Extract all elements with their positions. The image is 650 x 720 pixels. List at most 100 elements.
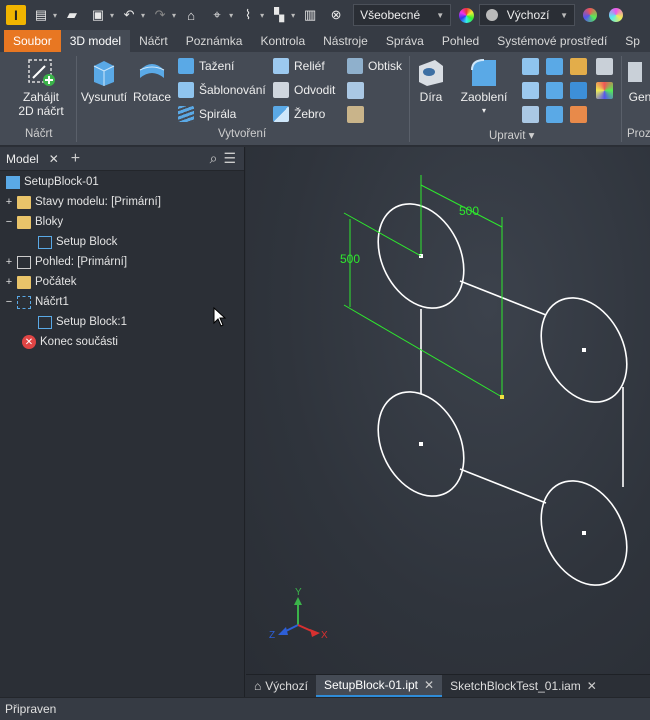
undo-icon[interactable]: ↶ — [118, 5, 140, 25]
graphics-window[interactable]: 500 500 Y Z X — [246, 147, 650, 674]
properties-icon[interactable]: ▥ — [299, 5, 321, 25]
adjust-appearance-icon[interactable] — [579, 5, 601, 25]
color-wheel-icon[interactable] — [455, 5, 477, 25]
home-icon[interactable]: ⌂ — [180, 5, 202, 25]
tab-annotate[interactable]: Poznámka — [177, 30, 252, 52]
doc-tab-sketchblocktest[interactable]: SketchBlockTest_01.iam ✕ — [442, 675, 605, 697]
generate-button-truncated[interactable]: Gen — [625, 56, 650, 104]
fillet-dropdown-icon[interactable]: ▾ — [482, 104, 486, 118]
tree-item-origin[interactable]: + Počátek — [4, 273, 77, 291]
appearance-select[interactable]: Výchozí ▼ — [479, 4, 576, 26]
move-face-icon[interactable] — [546, 106, 563, 123]
direct-edit-icon[interactable] — [596, 82, 613, 99]
expand-icon[interactable]: + — [4, 276, 14, 288]
thicken-icon[interactable] — [570, 82, 587, 99]
loft-button[interactable]: Šablonování — [178, 82, 266, 98]
import-icon[interactable] — [347, 82, 364, 99]
doc-tab-home[interactable]: ⌂ Výchozí — [246, 675, 316, 697]
material-icon[interactable]: ⊗ — [325, 5, 347, 25]
tree-item-view[interactable]: + Pohled: [Primární] — [4, 253, 127, 271]
dimension-vertical[interactable] — [343, 212, 503, 398]
open-folder-icon[interactable]: ▰ — [61, 5, 83, 25]
redo-dropdown-icon[interactable]: ▾ — [172, 11, 176, 20]
clear-appearance-icon[interactable] — [605, 5, 627, 25]
tab-tools[interactable]: Nástroje — [314, 30, 377, 52]
draft-icon[interactable] — [596, 58, 613, 75]
sweep-button[interactable]: Tažení — [178, 58, 234, 74]
center-point[interactable] — [582, 348, 586, 352]
update-icon[interactable]: ▚ — [268, 5, 290, 25]
split-face-icon[interactable] — [522, 106, 539, 123]
shell-icon[interactable] — [546, 58, 563, 75]
split-icon[interactable] — [570, 58, 587, 75]
close-icon[interactable]: ✕ — [587, 679, 597, 693]
derive-button[interactable]: Odvodit — [273, 82, 335, 98]
combine-icon[interactable] — [546, 82, 563, 99]
search-icon[interactable]: ⌕ — [210, 150, 218, 167]
select-icon[interactable]: ⌖ — [206, 5, 228, 25]
hole-button[interactable]: Díra — [412, 56, 450, 104]
emboss-label: Reliéf — [294, 59, 325, 73]
z-axis-arrow-icon — [278, 627, 288, 635]
revolve-button[interactable]: Rotace — [130, 56, 174, 104]
sketch-canvas[interactable]: 500 500 Y Z X — [246, 147, 650, 674]
new-dropdown-icon[interactable]: ▾ — [53, 11, 57, 20]
tree-item-end-of-part[interactable]: ✕ Konec součásti — [22, 333, 118, 351]
tree-item-setup-block[interactable]: Setup Block — [38, 233, 117, 251]
tab-manage[interactable]: Správa — [377, 30, 433, 52]
measure-icon[interactable]: ⌇ — [237, 5, 259, 25]
fillet-button[interactable]: Zaoblení ▾ — [456, 56, 512, 118]
dimension-horizontal-value[interactable]: 500 — [459, 204, 479, 218]
hole-label: Díra — [419, 90, 443, 104]
close-icon[interactable]: ✕ — [49, 152, 59, 166]
undo-dropdown-icon[interactable]: ▾ — [141, 11, 145, 20]
center-point[interactable] — [582, 531, 586, 535]
save-icon[interactable]: ▣ — [87, 5, 109, 25]
new-file-icon[interactable]: ▤ — [30, 5, 52, 25]
tab-environments[interactable]: Systémové prostředí — [488, 30, 616, 52]
delete-face-icon[interactable] — [570, 106, 587, 123]
expand-icon[interactable]: + — [4, 196, 14, 208]
add-tab-icon[interactable]: + — [71, 150, 80, 168]
doc-tab-setupblock[interactable]: SetupBlock-01.ipt ✕ — [315, 675, 443, 697]
style-select[interactable]: Všeobecné ▼ — [353, 4, 452, 26]
sketch-line[interactable] — [459, 468, 547, 504]
unwrap-icon[interactable] — [347, 106, 364, 123]
decal-button[interactable]: Obtisk — [347, 58, 402, 74]
rib-button[interactable]: Žebro — [273, 106, 325, 122]
sketch-line[interactable] — [459, 280, 547, 316]
extrude-button[interactable]: Vysunutí — [80, 56, 128, 104]
tree-item-sketch1[interactable]: − Náčrt1 — [4, 293, 69, 311]
expand-icon[interactable]: + — [4, 256, 14, 268]
start-2d-sketch-button[interactable]: Zahájit 2D náčrt — [14, 56, 68, 118]
tab-sketch[interactable]: Náčrt — [130, 30, 177, 52]
measure-dropdown-icon[interactable]: ▾ — [260, 11, 264, 20]
update-dropdown-icon[interactable]: ▾ — [291, 11, 295, 20]
tab-file[interactable]: Soubor — [4, 30, 61, 52]
tab-view[interactable]: Pohled — [433, 30, 488, 52]
sketch-point-yellow[interactable] — [500, 395, 504, 399]
redo-icon[interactable]: ↷ — [149, 5, 171, 25]
center-point[interactable] — [419, 442, 423, 446]
tree-item-model-states[interactable]: + Stavy modelu: [Primární] — [4, 193, 161, 211]
tree-item-part[interactable]: SetupBlock-01 — [6, 173, 99, 191]
menu-icon[interactable]: ☰ — [223, 150, 236, 167]
tab-truncated[interactable]: Sp — [616, 30, 649, 52]
inventor-logo-icon[interactable]: I — [6, 5, 26, 25]
dimension-vertical-value[interactable]: 500 — [340, 252, 360, 266]
coil-button[interactable]: Spirála — [178, 106, 236, 122]
tree-item-setup-block-instance[interactable]: Setup Block:1 — [38, 313, 127, 331]
collapse-icon[interactable]: − — [4, 216, 14, 228]
collapse-icon[interactable]: − — [4, 296, 14, 308]
chamfer-icon[interactable] — [522, 58, 539, 75]
thread-icon[interactable] — [522, 82, 539, 99]
doc-tab-label: SetupBlock-01.ipt — [323, 678, 418, 692]
save-dropdown-icon[interactable]: ▾ — [110, 11, 114, 20]
browser-tab-model[interactable]: Model ✕ — [0, 152, 59, 166]
close-icon[interactable]: ✕ — [424, 678, 434, 692]
tab-inspect[interactable]: Kontrola — [251, 30, 314, 52]
emboss-button[interactable]: Reliéf — [273, 58, 325, 74]
select-dropdown-icon[interactable]: ▾ — [229, 11, 233, 20]
tab-3d-model[interactable]: 3D model — [60, 30, 131, 52]
tree-item-blocks[interactable]: − Bloky — [4, 213, 63, 231]
